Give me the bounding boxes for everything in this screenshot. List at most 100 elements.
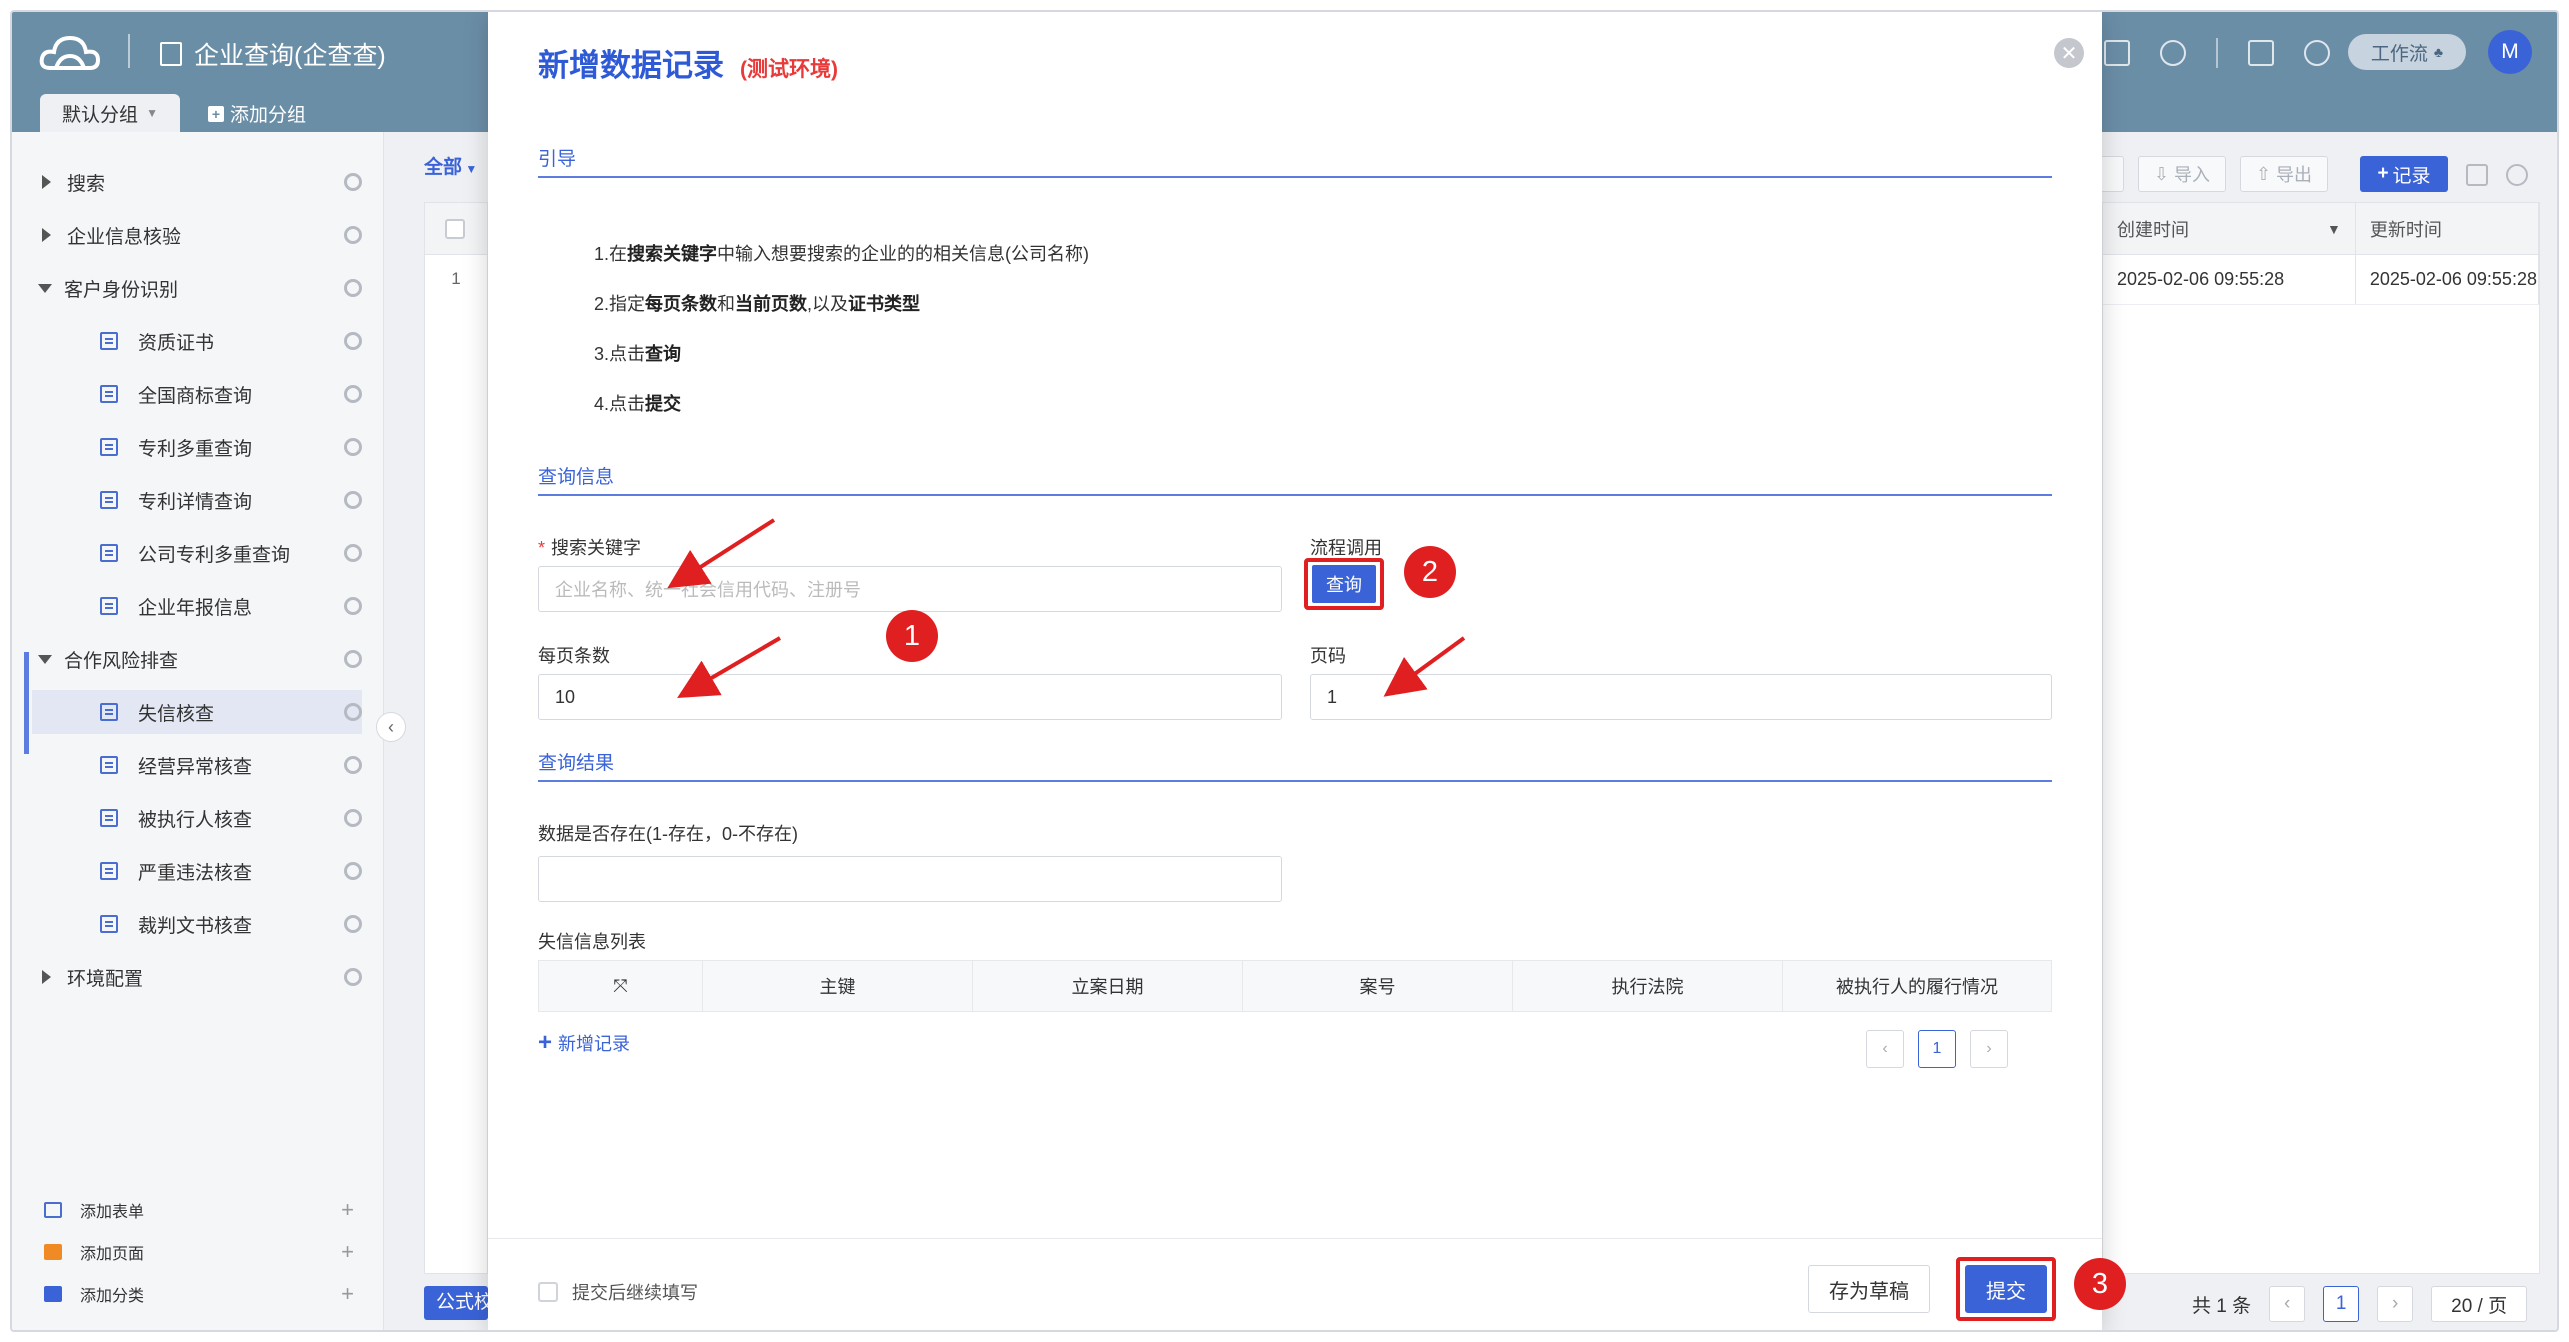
sidebar-item-env-config[interactable]: 环境配置 xyxy=(32,955,362,999)
app-title: 企业查询(企查查) xyxy=(160,36,386,72)
gear-icon[interactable] xyxy=(344,597,362,615)
export-button[interactable]: ⇧ 导出 xyxy=(2240,156,2328,192)
sidebar-item-judgment-check[interactable]: 裁判文书核查 xyxy=(32,902,362,946)
keyword-label-text: 搜索关键字 xyxy=(551,538,642,558)
sidebar-item-executed-check[interactable]: 被执行人核查 xyxy=(32,796,362,840)
modal-title: 新增数据记录 xyxy=(538,48,724,83)
cloud-logo-icon[interactable] xyxy=(38,30,102,74)
form-icon xyxy=(100,544,118,562)
add-form-button[interactable]: 添加表单 + xyxy=(44,1190,354,1230)
select-all-checkbox[interactable] xyxy=(445,219,465,239)
guide-bold: 每页条数 xyxy=(645,294,718,314)
annotation-badge-3: 3 xyxy=(2074,1258,2126,1310)
page-size-input[interactable]: 10 xyxy=(538,674,1282,720)
sidebar-item-abnormal-check[interactable]: 经营异常核查 xyxy=(32,743,362,787)
modal-header: 新增数据记录 (测试环境) xyxy=(538,40,838,85)
sidebar-item-label: 全国商标查询 xyxy=(138,385,253,407)
folder-icon xyxy=(44,1286,62,1302)
clock-icon[interactable] xyxy=(2160,40,2186,66)
gear-icon[interactable] xyxy=(344,968,362,986)
refresh-icon[interactable] xyxy=(2506,164,2528,186)
gear-icon[interactable] xyxy=(344,385,362,403)
sidebar-item-risk-check[interactable]: 合作风险排查 xyxy=(32,637,362,681)
bell-icon[interactable] xyxy=(2304,40,2330,66)
checkbox-box xyxy=(538,1282,558,1302)
gear-icon[interactable] xyxy=(344,173,362,191)
gear-icon[interactable] xyxy=(344,650,362,668)
sidebar-item-patent-multi[interactable]: 专利多重查询 xyxy=(32,425,362,469)
sidebar-item-dishonest-check[interactable]: 失信核查 xyxy=(32,690,362,734)
add-category-button[interactable]: 添加分类 + xyxy=(44,1274,354,1314)
expand-icon[interactable]: ⤧ xyxy=(539,961,703,1011)
sidebar-item-search[interactable]: 搜索 xyxy=(32,160,362,204)
page-number-label: 页码 xyxy=(1310,646,1346,666)
add-sub-record-label: 新增记录 xyxy=(558,1034,631,1054)
save-draft-button[interactable]: 存为草稿 xyxy=(1808,1265,1930,1313)
sidebar-item-patent-detail[interactable]: 专利详情查询 xyxy=(32,478,362,522)
sidebar-item-qualification[interactable]: 资质证书 xyxy=(32,319,362,363)
gear-icon[interactable] xyxy=(344,862,362,880)
table-row[interactable]: 2025-02-06 09:55:28 2025-02-06 09:55:28 xyxy=(2103,255,2539,305)
import-button[interactable]: ⇩ 导入 xyxy=(2138,156,2226,192)
new-record-modal: 新增数据记录 (测试环境) ✕ 引导 1.在搜索关键字中输入想要搜索的企业的的相… xyxy=(488,12,2102,1330)
submit-button[interactable]: 提交 xyxy=(1965,1265,2047,1313)
document-icon[interactable] xyxy=(2104,40,2130,66)
close-button[interactable]: ✕ xyxy=(2054,38,2084,68)
filter-all-dropdown[interactable]: 全部 ▼ xyxy=(424,152,477,179)
sidebar-item-label: 客户身份识别 xyxy=(64,279,179,301)
column-created[interactable]: 创建时间 ▼ xyxy=(2103,203,2356,254)
column-key: 主键 xyxy=(703,961,973,1011)
gear-icon[interactable] xyxy=(344,438,362,456)
page-size-select[interactable]: 20 / 页 xyxy=(2431,1286,2528,1322)
gear-icon[interactable] xyxy=(344,915,362,933)
form-icon xyxy=(100,597,118,615)
add-group-button[interactable]: + 添加分组 xyxy=(208,100,306,127)
sidebar-item-company-verify[interactable]: 企业信息核验 xyxy=(32,213,362,257)
print-icon[interactable] xyxy=(2466,164,2488,186)
table-header: 创建时间 ▼ 更新时间 xyxy=(2103,203,2539,255)
prev-page-button[interactable]: ‹ xyxy=(2269,1286,2306,1322)
page-number-input[interactable]: 1 xyxy=(1310,674,2052,720)
group-tab-default[interactable]: 默认分组 ▼ xyxy=(40,94,180,132)
gear-icon[interactable] xyxy=(344,332,362,350)
next-page-button[interactable]: › xyxy=(1970,1030,2008,1068)
gear-icon[interactable] xyxy=(344,279,362,297)
sidebar-item-company-patent[interactable]: 公司专利多重查询 xyxy=(32,531,362,575)
sidebar-item-trademark[interactable]: 全国商标查询 xyxy=(32,372,362,416)
sidebar-item-annual-report[interactable]: 企业年报信息 xyxy=(32,584,362,628)
gear-icon[interactable] xyxy=(344,544,362,562)
query-button[interactable]: 查询 xyxy=(1312,565,1376,603)
add-sub-record-button[interactable]: + 新增记录 xyxy=(538,1030,630,1056)
guide-text: 4.点击 xyxy=(594,394,646,414)
clipboard-icon[interactable] xyxy=(2248,40,2274,66)
query-button-highlight: 查询 xyxy=(1304,558,1384,610)
gear-icon[interactable] xyxy=(344,809,362,827)
upload-icon: ⇩ xyxy=(2153,163,2175,184)
prev-page-button[interactable]: ‹ xyxy=(1866,1030,1904,1068)
continue-after-submit-checkbox[interactable]: 提交后继续填写 xyxy=(538,1279,698,1305)
current-page[interactable]: 1 xyxy=(2323,1286,2360,1322)
keyword-input[interactable]: 企业名称、统一社会信用代码、注册号 xyxy=(538,566,1282,612)
workflow-label: 工作流 xyxy=(2370,43,2428,65)
guide-step-4: 4.点击提交 xyxy=(594,390,681,416)
cell-updated: 2025-02-06 09:55:28 xyxy=(2356,255,2539,304)
sidebar-item-violation-check[interactable]: 严重违法核查 xyxy=(32,849,362,893)
sidebar-item-customer-identity[interactable]: 客户身份识别 xyxy=(32,266,362,310)
exists-input[interactable] xyxy=(538,856,1282,902)
workflow-button[interactable]: 工作流 ♣ xyxy=(2348,34,2466,70)
gear-icon[interactable] xyxy=(344,491,362,509)
add-page-button[interactable]: 添加页面 + xyxy=(44,1232,354,1272)
avatar[interactable]: M xyxy=(2488,30,2532,74)
next-page-button[interactable]: › xyxy=(2377,1286,2414,1322)
column-updated[interactable]: 更新时间 xyxy=(2356,203,2539,254)
gear-icon[interactable] xyxy=(344,226,362,244)
gear-icon[interactable] xyxy=(344,703,362,721)
flow-label: 流程调用 xyxy=(1310,538,1382,558)
add-page-label: 添加页面 xyxy=(80,1246,145,1263)
top-icon-group xyxy=(2104,38,2330,68)
new-record-button[interactable]: + 记录 xyxy=(2360,156,2448,192)
gear-icon[interactable] xyxy=(344,756,362,774)
sidebar-collapse-button[interactable]: ‹ xyxy=(376,712,406,742)
formula-check-button[interactable]: 公式校验 xyxy=(424,1286,488,1320)
current-page[interactable]: 1 xyxy=(1918,1030,1956,1068)
